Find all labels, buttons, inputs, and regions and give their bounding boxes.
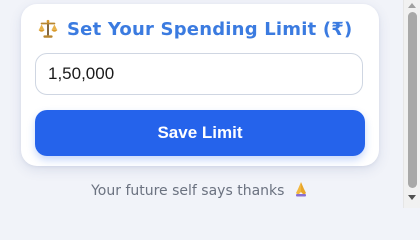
spending-limit-input[interactable] [35,53,363,95]
scroll-up-arrow-icon[interactable] [408,3,416,8]
praying-hands-icon [295,182,306,197]
footer-note: Your future self says thanks [0,181,400,199]
scale-icon [38,19,58,38]
vertical-scrollbar[interactable] [403,0,420,208]
scrollbar-thumb[interactable] [408,12,417,188]
app-viewport: Set Your Spending Limit (₹) Save Limit Y… [0,0,420,208]
spending-limit-card: Set Your Spending Limit (₹) Save Limit [21,4,379,166]
card-title: Set Your Spending Limit (₹) [67,18,353,40]
card-header: Set Your Spending Limit (₹) [37,18,352,40]
scroll-down-arrow-icon[interactable] [408,195,416,200]
footer-text: Your future self says thanks [91,183,285,199]
save-limit-button[interactable]: Save Limit [35,110,365,156]
